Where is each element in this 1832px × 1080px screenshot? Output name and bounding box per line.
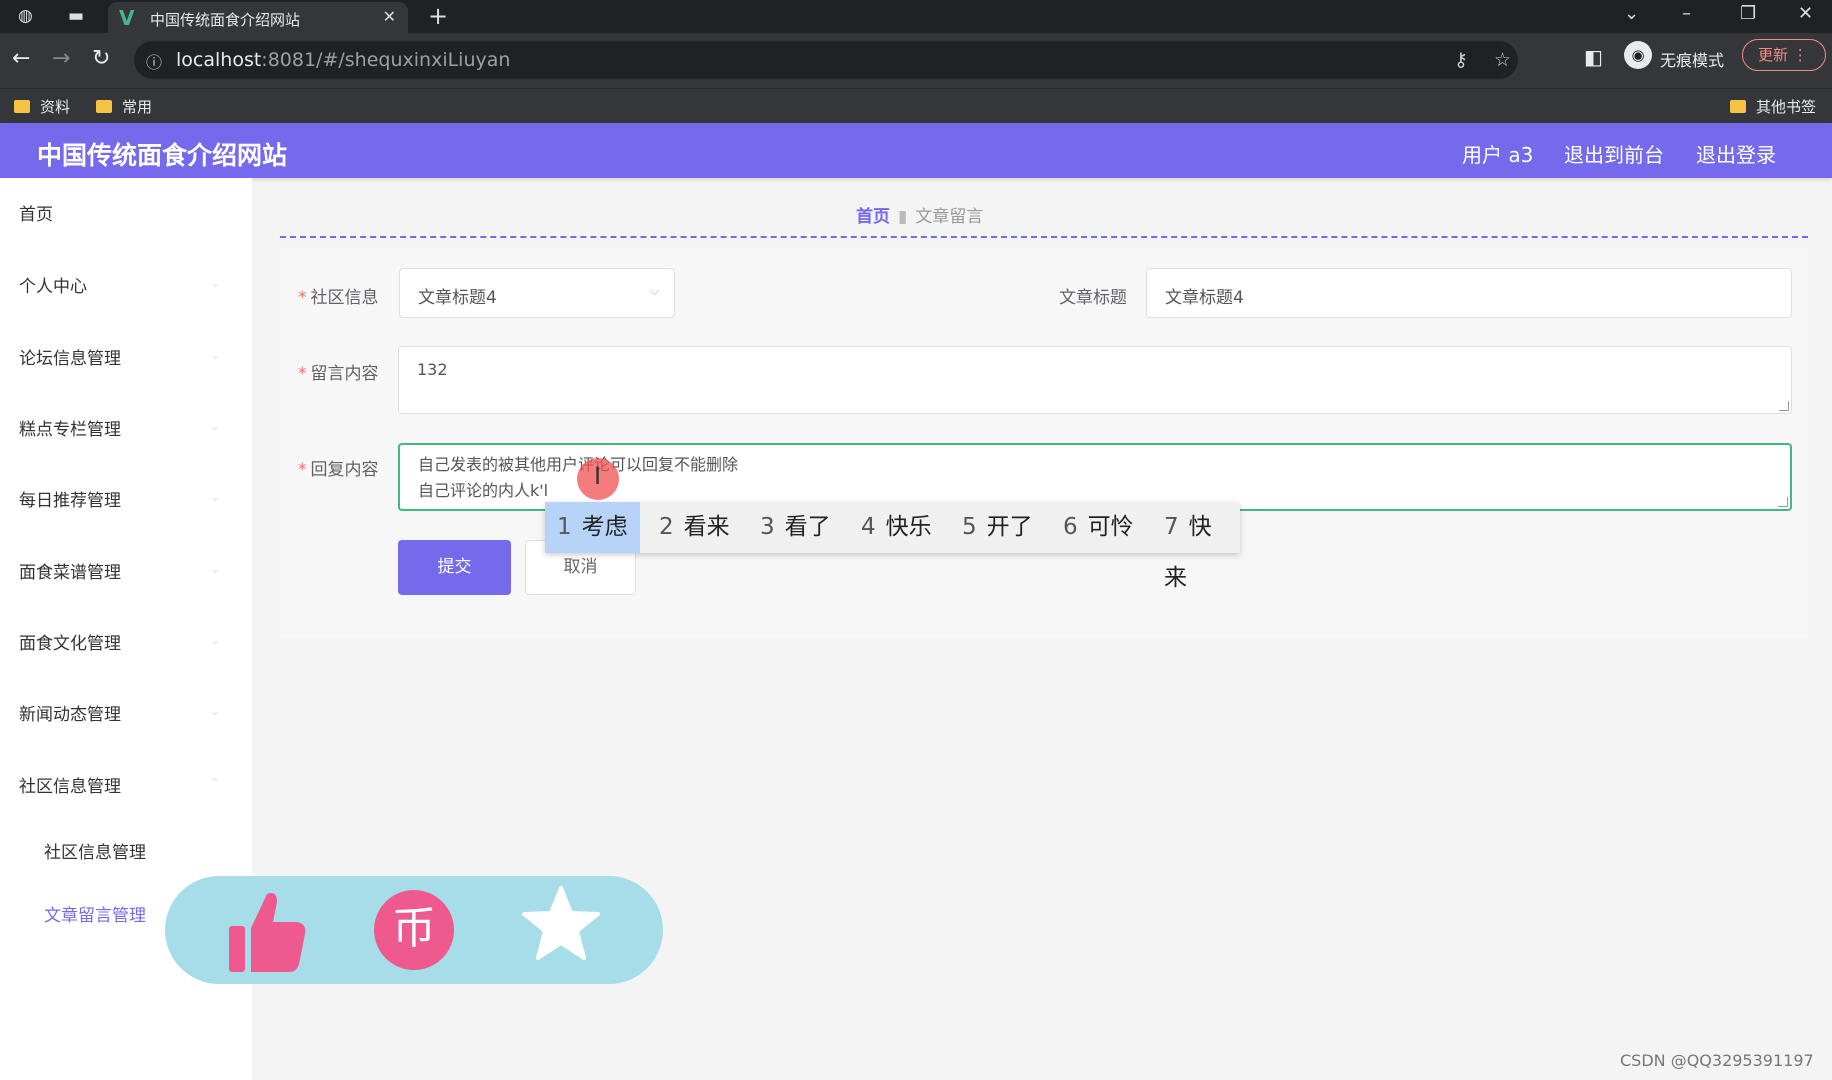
chevron-down-icon: ⌄	[210, 633, 221, 647]
coin-icon[interactable]: 币	[374, 890, 454, 970]
new-tab-icon[interactable]: +	[428, 2, 448, 30]
message-text: 132	[417, 360, 448, 379]
breadcrumb-current: 文章留言	[915, 207, 984, 227]
chevron-down-icon: ⌄	[210, 490, 221, 504]
message-textarea[interactable]: 132	[398, 346, 1792, 414]
url-input[interactable]: ⓘ localhost:8081/#/shequxinxiLiuyan ☆ ⚷	[134, 41, 1518, 79]
message-label: * 留言内容	[298, 364, 379, 384]
ime-candidate-4[interactable]: 4 快乐	[849, 502, 944, 553]
community-label: * 社区信息	[298, 288, 379, 308]
incognito-icon[interactable]: ◉	[1624, 41, 1652, 69]
ime-candidate-3[interactable]: 3 看了	[748, 502, 843, 553]
browser-menu-icon[interactable]: ◍	[18, 6, 33, 26]
vue-logo-icon: V	[119, 6, 135, 30]
article-title-field[interactable]: 文章标题4	[1146, 268, 1792, 318]
app-header: 中国传统面食介绍网站 用户 a3 退出到前台 退出登录	[0, 123, 1832, 178]
tab-list-icon[interactable]: ⌄	[1624, 3, 1639, 24]
restore-icon[interactable]: ❐	[1740, 3, 1756, 24]
sidebar-item-pastry[interactable]: 糕点专栏管理	[19, 415, 121, 440]
folder-icon	[96, 100, 112, 113]
community-select[interactable]: 文章标题4 ⌵	[399, 268, 675, 318]
sidebar-subitem-community[interactable]: 社区信息管理	[44, 838, 146, 863]
reply-line-1: 自己发表的被其他用户评论可以回复不能删除	[418, 455, 739, 474]
sidebar-item-forum[interactable]: 论坛信息管理	[19, 344, 121, 369]
address-bar: ← → ↻ ⓘ localhost:8081/#/shequxinxiLiuya…	[0, 33, 1832, 88]
site-info-icon[interactable]: ⓘ	[146, 49, 162, 73]
bookmark-folder-ziliao[interactable]: 资料	[14, 96, 70, 117]
bookmark-star-icon[interactable]: ☆	[1494, 49, 1511, 71]
submit-button[interactable]: 提交	[398, 540, 511, 595]
sidebar-item-culture[interactable]: 面食文化管理	[19, 629, 121, 654]
browser-tab[interactable]: V 中国传统面食介绍网站 ✕	[108, 2, 408, 33]
floating-action-bar: 币	[165, 876, 663, 984]
site-title: 中国传统面食介绍网站	[37, 141, 288, 170]
forward-icon[interactable]: →	[52, 46, 70, 71]
ime-candidate-2[interactable]: 2 看来	[647, 502, 742, 553]
window-close-icon[interactable]: ✕	[1798, 3, 1813, 24]
chevron-down-icon: ⌄	[210, 419, 221, 433]
watermark: CSDN @QQ3295391197	[1620, 1051, 1814, 1070]
ime-candidate-7[interactable]: 7 快来	[1152, 502, 1240, 591]
sidebar-item-community[interactable]: 社区信息管理	[19, 772, 121, 797]
url-text: localhost:8081/#/shequxinxiLiuyan	[176, 49, 511, 71]
ime-candidate-6[interactable]: 6 可怜	[1051, 502, 1146, 553]
thumbs-up-icon[interactable]	[227, 888, 307, 974]
chevron-down-icon: ⌵	[649, 283, 660, 299]
other-bookmarks[interactable]: 其他书签	[1730, 96, 1816, 117]
breadcrumb-separator-icon: ▮	[898, 207, 908, 227]
minimize-icon[interactable]: –	[1682, 3, 1691, 24]
chevron-down-icon: ⌄	[210, 276, 221, 290]
sidebar-item-daily[interactable]: 每日推荐管理	[19, 486, 121, 511]
logout-link[interactable]: 退出登录	[1696, 139, 1776, 168]
sidebar-subitem-article-comments[interactable]: 文章留言管理	[44, 901, 146, 926]
incognito-label: 无痕模式	[1660, 51, 1725, 70]
back-icon[interactable]: ←	[12, 46, 30, 71]
chevron-down-icon: ⌄	[210, 562, 221, 576]
chevron-up-icon: ⌃	[210, 776, 221, 790]
ime-candidate-1[interactable]: 1 考虑	[545, 502, 640, 553]
ime-candidate-5[interactable]: 5 开了	[950, 502, 1045, 553]
ime-candidate-window: 1 考虑 2 看来 3 看了 4 快乐 5 开了 6 可怜 7 快来	[545, 502, 1240, 591]
tab-title: 中国传统面食介绍网站	[150, 11, 301, 29]
star-icon[interactable]	[521, 884, 601, 964]
sidebar-item-home[interactable]: 首页	[19, 200, 53, 225]
folder-icon	[1730, 100, 1746, 113]
resize-handle-icon[interactable]	[1778, 497, 1788, 507]
sidebar-item-recipes[interactable]: 面食菜谱管理	[19, 558, 121, 583]
breadcrumb: 首页 ▮ 文章留言	[856, 202, 983, 227]
text-cursor-icon: I	[594, 462, 602, 490]
side-panel-icon[interactable]: ◧	[1584, 45, 1603, 69]
bookmark-folder-changyong[interactable]: 常用	[96, 96, 152, 117]
browser-tab-bar: ◍ ▬ V 中国传统面食介绍网站 ✕ + ⌄ – ❐ ✕	[0, 0, 1832, 33]
sidebar-item-profile[interactable]: 个人中心	[19, 272, 87, 297]
resize-handle-icon[interactable]	[1779, 401, 1789, 411]
breadcrumb-home[interactable]: 首页	[856, 207, 890, 227]
tab-search-icon[interactable]: ▬	[68, 6, 84, 26]
bookmarks-bar: 资料 常用 其他书签	[0, 88, 1832, 123]
chevron-down-icon: ⌄	[210, 348, 221, 362]
reply-line-2: 自己评论的内人k'l	[418, 481, 549, 500]
sidebar-item-news[interactable]: 新闻动态管理	[19, 700, 121, 725]
community-select-value: 文章标题4	[418, 288, 497, 308]
folder-icon	[14, 100, 30, 113]
breadcrumb-divider	[280, 236, 1808, 238]
reply-label: * 回复内容	[298, 460, 379, 480]
reload-icon[interactable]: ↻	[92, 46, 110, 71]
password-key-icon[interactable]: ⚷	[1454, 49, 1468, 71]
article-title-label: 文章标题	[1059, 288, 1127, 308]
user-name[interactable]: 用户 a3	[1462, 139, 1533, 168]
tab-close-icon[interactable]: ✕	[383, 7, 396, 26]
update-button[interactable]: 更新 ⋮	[1742, 39, 1826, 71]
chevron-down-icon: ⌄	[210, 704, 221, 718]
back-to-front-link[interactable]: 退出到前台	[1564, 139, 1664, 168]
